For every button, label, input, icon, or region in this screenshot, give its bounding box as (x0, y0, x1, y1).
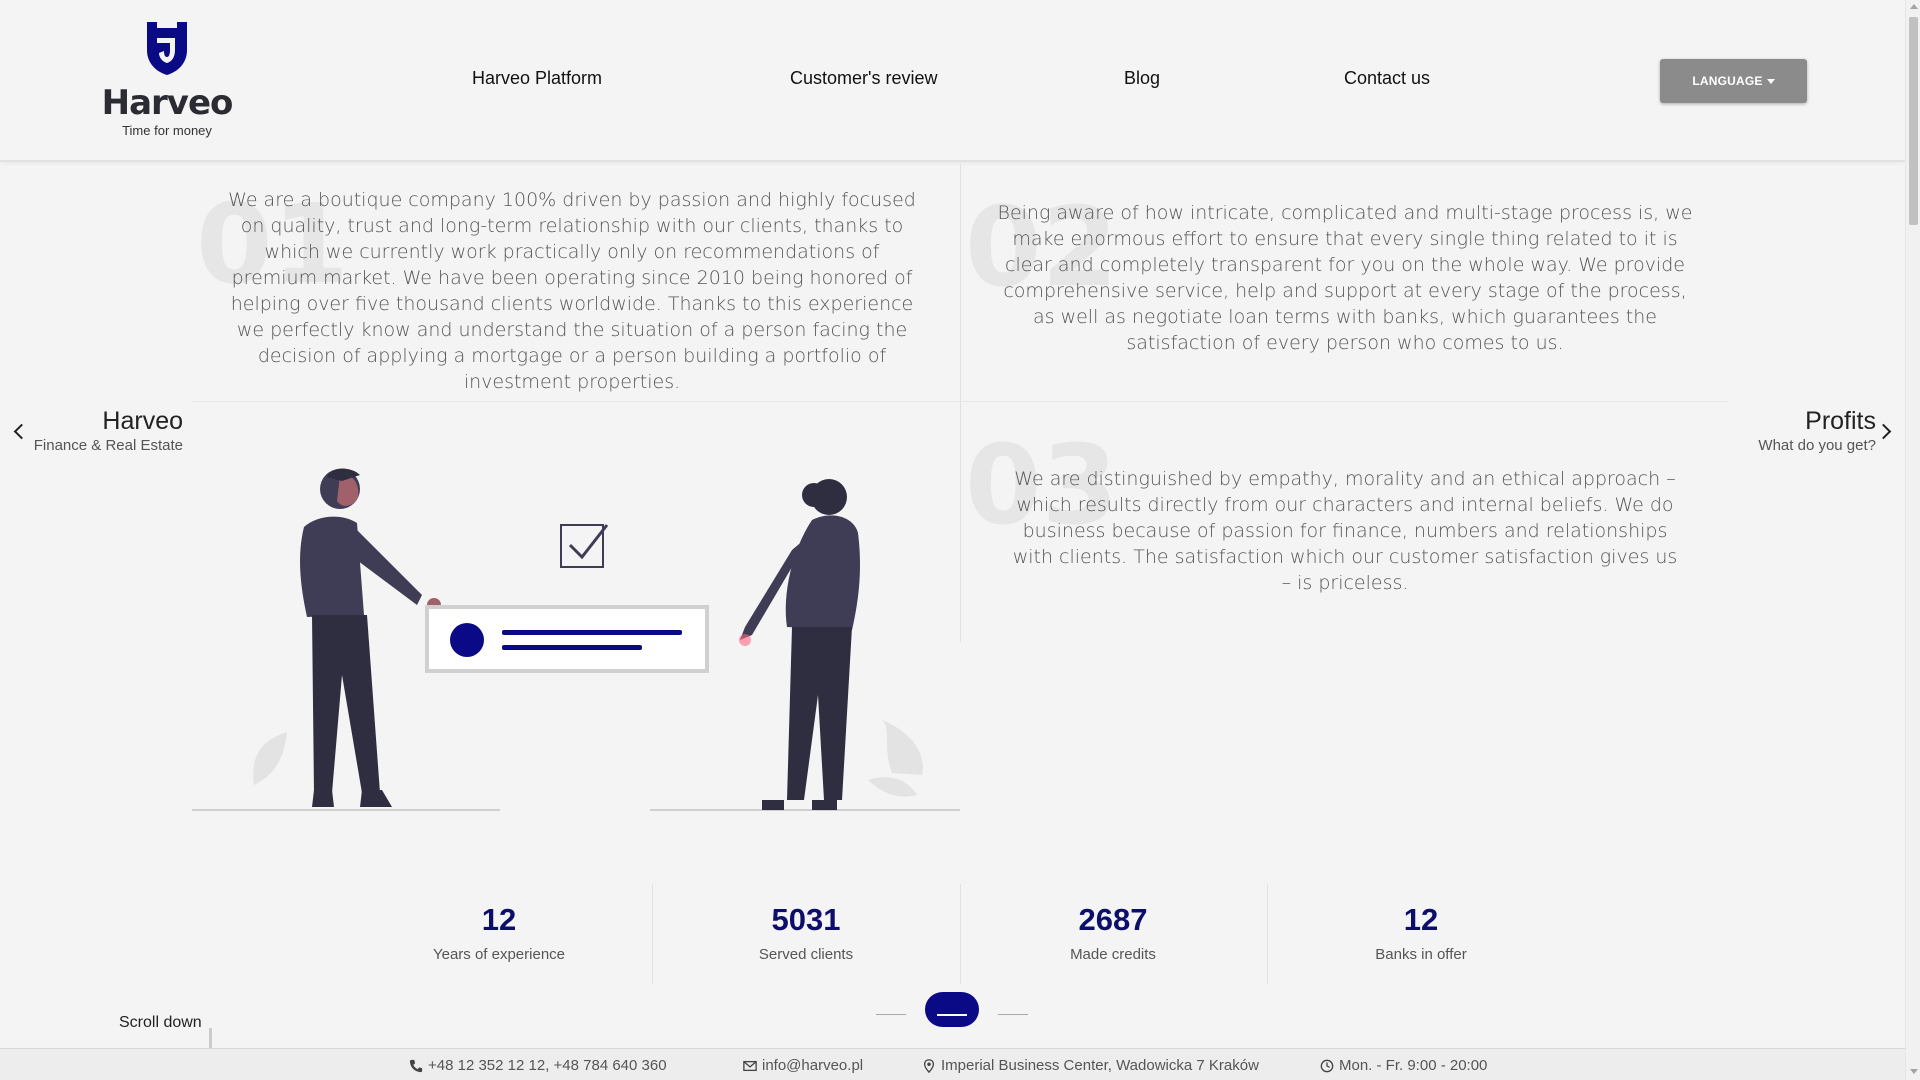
content-divider-horizontal (192, 401, 1728, 402)
side-next-title: Profits (1805, 407, 1876, 435)
logo-tagline: Time for money (122, 123, 212, 138)
footer-phone[interactable]: +48 12 352 12 12, +48 784 640 360 (409, 1057, 667, 1074)
language-dropdown-button[interactable]: LANGUAGE (1660, 59, 1807, 103)
stat-clients: 5031 Served clients (653, 884, 959, 984)
scroll-down-arrow-icon[interactable] (1910, 1069, 1918, 1074)
map-pin-icon (923, 1058, 935, 1073)
stat-banks: 12 Banks in offer (1268, 884, 1574, 984)
stat-years: 12 Years of experience (346, 884, 652, 984)
nav-blog[interactable]: Blog (1124, 68, 1160, 89)
chevron-right-icon[interactable] (1875, 423, 1892, 440)
info-block-03: 03 We are distinguished by empathy, mora… (965, 430, 1680, 596)
side-next-subtitle: What do you get? (1758, 437, 1876, 454)
stat-label: Served clients (758, 946, 854, 963)
stat-label: Made credits (1070, 946, 1156, 963)
side-nav-next[interactable]: Profits What do you get? (1720, 406, 1876, 456)
envelope-icon (743, 1060, 757, 1071)
side-prev-title: Harveo (102, 407, 183, 435)
block-text: We are distinguished by empathy, moralit… (1012, 468, 1678, 594)
footer-email[interactable]: info@harveo.pl (743, 1057, 863, 1074)
footer-address[interactable]: Imperial Business Center, Wadowicka 7 Kr… (922, 1057, 1259, 1074)
caret-down-icon (1766, 78, 1775, 84)
info-block-01: 01 We are a boutique company 100% driven… (196, 187, 922, 395)
stat-value: 12 (1403, 902, 1439, 937)
block-text: We are a boutique company 100% driven by… (228, 189, 916, 393)
stat-credits: 2687 Made credits (960, 884, 1266, 984)
footer-email-text: info@harveo.pl (762, 1057, 864, 1074)
stat-label: Years of experience (432, 946, 566, 963)
stat-value: 12 (481, 902, 517, 937)
nav-contact-us[interactable]: Contact us (1344, 68, 1430, 89)
chevron-left-icon[interactable] (13, 423, 30, 440)
checkbox-icon (560, 524, 609, 568)
footer-address-text: Imperial Business Center, Wadowicka 7 Kr… (941, 1057, 1259, 1074)
info-block-02: 02 Being aware of how intricate, complic… (965, 192, 1695, 356)
pager-dot-active[interactable] (925, 992, 979, 1027)
main-nav: Harveo Platform Customer's review Blog C… (0, 68, 1905, 98)
scroll-up-arrow-icon[interactable] (1910, 4, 1918, 9)
footer-hours: Mon. - Fr. 9:00 - 20:00 (1320, 1057, 1487, 1074)
stat-label: Banks in offer (1375, 946, 1467, 963)
side-nav-prev[interactable]: Harveo Finance & Real Estate (28, 406, 183, 456)
scroll-thumb[interactable] (1909, 17, 1918, 225)
block-text: Being aware of how intricate, complicate… (997, 202, 1693, 354)
site-header: Harveo Time for money Harveo Platform Cu… (0, 0, 1905, 162)
scroll-down-hint[interactable]: Scroll down (119, 1014, 202, 1032)
contact-footer-bar: +48 12 352 12 12, +48 784 640 360 info@h… (0, 1048, 1905, 1080)
footer-hours-text: Mon. - Fr. 9:00 - 20:00 (1339, 1057, 1488, 1074)
nav-harveo-platform[interactable]: Harveo Platform (472, 68, 602, 89)
nav-customers-review[interactable]: Customer's review (790, 68, 937, 89)
phone-icon (409, 1059, 423, 1072)
footer-phone-text: +48 12 352 12 12, +48 784 640 360 (428, 1057, 667, 1074)
stat-value: 2687 (1078, 902, 1148, 937)
team-handshake-illustration (192, 468, 960, 811)
pager-dot-prev[interactable] (876, 1014, 906, 1015)
side-prev-subtitle: Finance & Real Estate (33, 437, 183, 454)
language-label: LANGUAGE (1692, 74, 1763, 88)
clock-icon (1320, 1059, 1334, 1072)
scroll-hint-line (209, 1028, 212, 1050)
pager-dot-next[interactable] (998, 1014, 1028, 1015)
stat-value: 5031 (771, 902, 841, 937)
page-scrollbar[interactable] (1905, 0, 1920, 1080)
